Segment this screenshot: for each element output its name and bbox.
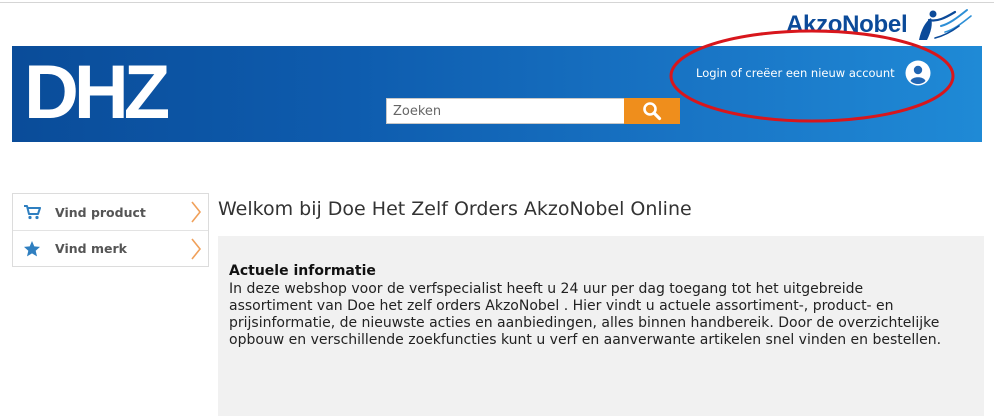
page-title: Welkom bij Doe Het Zelf Orders AkzoNobel… — [218, 198, 692, 220]
chevron-right-icon — [191, 238, 202, 260]
sidebar-item-vind-product[interactable]: Vind product — [13, 194, 208, 230]
dhz-logo[interactable]: DHZ — [24, 53, 170, 133]
header-banner: DHZ Login of creëer een nieuw account — [12, 46, 982, 142]
sidebar-item-label: Vind merk — [55, 241, 127, 256]
login-label: Login of creëer een nieuw account — [696, 66, 895, 80]
info-heading: Actuele informatie — [229, 263, 376, 279]
info-panel: Actuele informatie In deze webshop voor … — [218, 236, 984, 416]
brand-figure-icon — [919, 9, 973, 40]
cart-icon — [23, 203, 41, 221]
user-icon — [905, 60, 931, 86]
search-icon — [643, 102, 662, 121]
chevron-right-icon — [191, 201, 202, 223]
top-divider — [0, 2, 994, 3]
search-input[interactable] — [386, 98, 624, 124]
search-button[interactable] — [624, 98, 680, 124]
sidebar-nav: Vind product Vind merk — [12, 193, 209, 267]
akzonobel-logo[interactable]: AkzoNobel — [786, 8, 973, 42]
login-link[interactable]: Login of creëer een nieuw account — [696, 60, 931, 86]
brand-name: AkzoNobel — [786, 11, 908, 38]
info-body: In deze webshop voor de verfspecialist h… — [229, 281, 942, 348]
star-icon — [23, 240, 41, 258]
search-bar — [386, 98, 680, 124]
sidebar-item-vind-merk[interactable]: Vind merk — [13, 230, 208, 266]
sidebar-item-label: Vind product — [55, 204, 146, 220]
